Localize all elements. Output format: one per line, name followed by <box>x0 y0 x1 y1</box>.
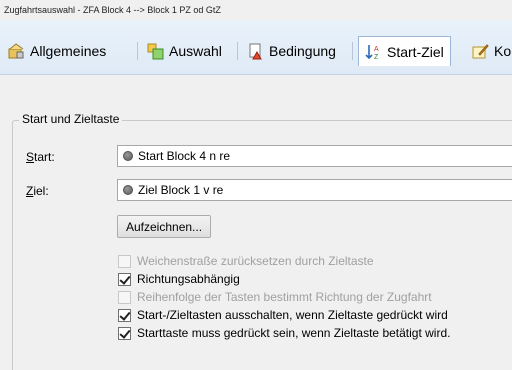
tab-label-start-ziel: Start-Ziel <box>387 43 444 60</box>
option-start-key-pressed[interactable]: Starttaste muss gedrückt sein, wenn Ziel… <box>118 326 450 340</box>
option-direction-dependent[interactable]: Richtungsabhängig <box>118 272 240 286</box>
selection-icon <box>147 43 164 60</box>
record-button[interactable]: Aufzeichnen... <box>117 215 212 238</box>
tab-separator <box>137 42 138 60</box>
sort-start-goal-icon: A Z <box>365 43 382 61</box>
tab-auswahl[interactable]: Auswahl <box>141 37 228 65</box>
condition-warning-icon <box>247 43 264 60</box>
start-field[interactable]: Start Block 4 n re <box>117 145 512 167</box>
start-status-dot-icon <box>123 151 133 161</box>
option-reset-by-target[interactable]: Weichenstraße zurücksetzen durch Zieltas… <box>118 254 374 268</box>
group-title: Start und Zieltaste <box>19 112 123 126</box>
option-label: Richtungsabhängig <box>137 272 240 286</box>
option-label: Weichenstraße zurücksetzen durch Zieltas… <box>137 254 374 268</box>
svg-text:Z: Z <box>374 54 379 60</box>
checkbox[interactable] <box>118 308 131 322</box>
checkbox[interactable] <box>118 326 131 340</box>
ziel-label: Ziel: <box>26 184 49 198</box>
option-switch-off-keys[interactable]: Start-/Zieltasten ausschalten, wenn Ziel… <box>118 308 448 322</box>
tab-content-start-ziel: Start und Zieltaste Start: Start Block 4… <box>0 75 512 370</box>
ziel-field[interactable]: Ziel Block 1 v re <box>117 179 512 201</box>
start-value: Start Block 4 n re <box>138 149 231 163</box>
tab-label-bedingung: Bedingung <box>269 43 336 59</box>
record-button-label: Aufzeichnen... <box>126 219 203 234</box>
tab-bedingung[interactable]: Bedingung <box>241 37 342 65</box>
checkbox[interactable] <box>118 272 131 286</box>
tab-label-ko: Ko <box>494 43 512 59</box>
tab-start-ziel[interactable]: A Z Start-Ziel <box>358 36 451 66</box>
tab-label-allgemeines: Allgemeines <box>30 43 107 59</box>
ziel-status-dot-icon <box>123 185 133 195</box>
checkbox[interactable] <box>118 290 131 304</box>
settings-icon <box>8 42 25 60</box>
tab-ko[interactable]: Ko <box>466 37 512 65</box>
option-label: Starttaste muss gedrückt sein, wenn Ziel… <box>137 326 451 340</box>
tab-label-auswahl: Auswahl <box>169 43 222 59</box>
tab-bar: Allgemeines Auswahl Bedingung A Z Start-… <box>0 20 512 75</box>
start-label: Start: <box>26 150 55 164</box>
window-title: Zugfahrtsauswahl - ZFA Block 4 --> Block… <box>4 5 221 15</box>
option-label: Reihenfolge der Tasten bestimmt Richtung… <box>137 290 432 304</box>
svg-text:A: A <box>374 46 379 53</box>
tab-allgemeines[interactable]: Allgemeines <box>2 37 112 65</box>
option-key-order-direction[interactable]: Reihenfolge der Tasten bestimmt Richtung… <box>118 290 432 304</box>
ziel-value: Ziel Block 1 v re <box>138 183 224 197</box>
tab-separator <box>237 42 238 60</box>
tab-separator <box>352 42 353 60</box>
checkbox[interactable] <box>118 254 131 268</box>
option-label: Start-/Zieltasten ausschalten, wenn Ziel… <box>137 308 448 322</box>
edit-note-icon <box>472 43 489 60</box>
